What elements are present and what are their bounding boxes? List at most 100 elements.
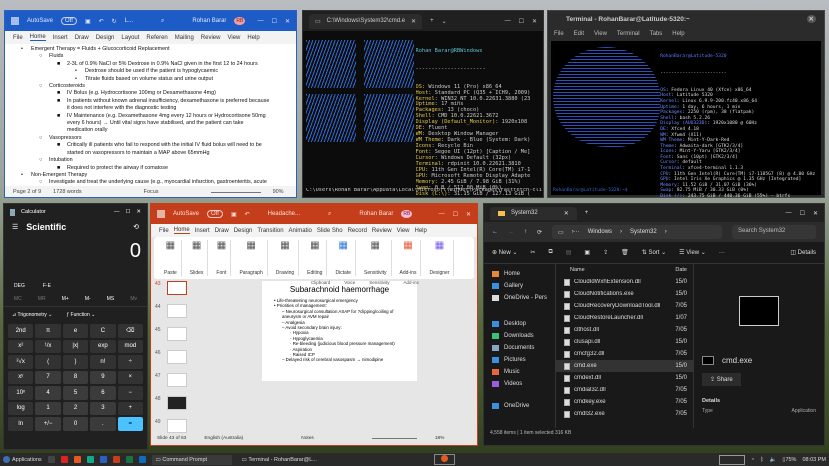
word-count[interactable]: 1728 words: [53, 189, 81, 195]
calc-key[interactable]: =: [117, 417, 143, 431]
calc-key[interactable]: ⌫: [117, 324, 143, 338]
file-row[interactable]: clthost.dll 7/05: [556, 324, 693, 336]
slide-thumbnail[interactable]: 47: [155, 373, 195, 396]
calc-key[interactable]: e: [62, 324, 89, 338]
ribbon-designer[interactable]: ▦ Designer: [425, 240, 455, 276]
calc-key[interactable]: log: [8, 401, 34, 415]
workspace-switcher[interactable]: [718, 454, 745, 465]
slide-thumbnail[interactable]: 46: [155, 350, 195, 373]
excel-launcher-icon[interactable]: [125, 456, 133, 463]
calc-key[interactable]: C: [90, 324, 116, 338]
explorer-tab[interactable]: System32 ✕: [490, 206, 577, 220]
nav-item-videos[interactable]: Videos: [484, 378, 555, 390]
tab-help[interactable]: Help: [415, 228, 427, 234]
slide-canvas[interactable]: Subarachnoid haemorrhage • Life-threaten…: [262, 281, 417, 381]
word-launcher-icon[interactable]: [99, 456, 107, 463]
calc-key[interactable]: +: [117, 401, 143, 415]
autosave-toggle[interactable]: Off: [207, 210, 223, 218]
clock[interactable]: 08:03 PM: [802, 457, 826, 463]
zoom-level[interactable]: 18%: [435, 436, 445, 441]
calc-key[interactable]: 1: [35, 401, 61, 415]
taskbar-item-terminal[interactable]: ▭ Terminal - RohanBarar@L...: [238, 455, 358, 465]
calc-key[interactable]: 9: [90, 370, 116, 384]
calc-key[interactable]: xʸ: [8, 370, 34, 384]
memory-button[interactable]: MR: [38, 296, 46, 302]
details-button[interactable]: ◫ Details: [790, 249, 816, 256]
tab-animatio[interactable]: Animatio: [289, 228, 312, 234]
slide-thumbnail[interactable]: 43: [155, 281, 195, 304]
column-name[interactable]: Name: [570, 267, 585, 273]
maximize-icon[interactable]: ☐: [453, 211, 458, 218]
maximize-icon[interactable]: ☐: [519, 18, 524, 25]
calc-key[interactable]: π: [35, 324, 61, 338]
calc-key[interactable]: +/−: [35, 417, 61, 431]
sort-button[interactable]: ⇅ Sort ⌄: [642, 249, 666, 256]
refresh-icon[interactable]: ⟳: [537, 229, 542, 236]
minimize-icon[interactable]: —: [786, 210, 792, 216]
close-icon[interactable]: ✕: [806, 15, 816, 23]
command-prompt[interactable]: C:\Users\Rohan Barar\AppData\Local\Micro…: [306, 188, 542, 194]
slide-thumbnail[interactable]: 48: [155, 396, 195, 419]
office-launcher-icon[interactable]: [73, 456, 81, 463]
terminal-body[interactable]: RohanBarar@Latitude-5320 ---------------…: [551, 41, 821, 197]
file-row[interactable]: CloudRestoreLauncher.dll 1/07: [556, 312, 693, 324]
nav-item-home[interactable]: Home: [484, 268, 555, 280]
up-icon[interactable]: ↑: [524, 229, 527, 235]
tab-transition[interactable]: Transition: [257, 228, 283, 234]
close-icon[interactable]: ✕: [466, 211, 471, 218]
save-icon[interactable]: ▣: [85, 18, 91, 25]
delete-icon[interactable]: 🗑: [621, 249, 629, 256]
calc-key[interactable]: ¹/x: [35, 339, 61, 353]
page-count[interactable]: Page 2 of 9: [13, 189, 41, 195]
search-input[interactable]: Search System32: [732, 225, 816, 239]
copy-icon[interactable]: ⧉: [548, 249, 552, 256]
new-tab-icon[interactable]: +: [430, 18, 434, 24]
share-button[interactable]: ⇪ Share: [702, 373, 741, 386]
calc-key[interactable]: n!: [90, 355, 116, 369]
cmd-tab[interactable]: ▭ C:\Windows\System32\cmd.e ✕: [309, 13, 423, 29]
memory-button[interactable]: MC: [14, 296, 22, 302]
file-row[interactable]: clusapi.dll 15/0: [556, 336, 693, 348]
calc-key[interactable]: 0: [62, 417, 89, 431]
undo-icon[interactable]: ↶: [99, 18, 104, 25]
menu-edit[interactable]: Edit: [574, 31, 584, 37]
tab-review[interactable]: Review: [201, 35, 221, 41]
menu-help[interactable]: Help: [672, 31, 684, 37]
calc-key[interactable]: 4: [35, 386, 61, 400]
tab-view[interactable]: View: [227, 35, 240, 41]
more-icon[interactable]: ···: [719, 250, 725, 256]
file-row[interactable]: CloudRecoveryDownloadTool.dll 7/05: [556, 300, 693, 312]
file-row[interactable]: CloudNotifications.exe 15/0: [556, 288, 693, 300]
calc-key[interactable]: 10ˣ: [8, 386, 34, 400]
tab-insert[interactable]: Insert: [53, 35, 68, 41]
calc-key[interactable]: (: [35, 355, 61, 369]
memory-button[interactable]: Mv: [130, 296, 137, 302]
trigonometry-dropdown[interactable]: ⊿ Trigonometry ⌄: [12, 312, 52, 318]
ribbon-dictate[interactable]: ▦ Dictate: [331, 240, 356, 276]
network-icon[interactable]: ◔: [751, 457, 754, 463]
function-dropdown[interactable]: ƒ Function ⌄: [66, 312, 95, 318]
maximize-icon[interactable]: ☐: [272, 18, 277, 25]
ribbon-add-ins[interactable]: ▦ Add-ins: [396, 240, 422, 276]
nav-item-onedrive[interactable]: OneDrive - Pers: [484, 292, 555, 304]
calc-key[interactable]: exp: [90, 339, 116, 353]
ribbon-paragraph[interactable]: ▦ Paragraph: [235, 240, 268, 276]
tab-draw[interactable]: Draw: [75, 35, 89, 41]
fe-button[interactable]: F-E: [43, 283, 51, 289]
nav-item-music[interactable]: Music: [484, 366, 555, 378]
save-icon[interactable]: ▣: [231, 211, 237, 218]
calc-key[interactable]: .: [90, 417, 116, 431]
acrobat-launcher-icon[interactable]: [60, 456, 68, 463]
language[interactable]: English (Australia): [204, 436, 243, 441]
memory-button[interactable]: MS: [107, 296, 115, 302]
tab-draw[interactable]: Draw: [215, 228, 229, 234]
minimize-icon[interactable]: —: [114, 209, 120, 215]
chat-launcher-icon[interactable]: [86, 456, 94, 463]
ribbon-font[interactable]: ▦ Font: [212, 240, 232, 276]
nav-item-downloads[interactable]: Downloads: [484, 330, 555, 342]
file-row[interactable]: cmd.exe 15/0: [556, 360, 693, 372]
close-icon[interactable]: ✕: [813, 210, 818, 217]
redo-icon[interactable]: ↻: [112, 18, 117, 25]
close-icon[interactable]: ✕: [136, 209, 141, 215]
ribbon-paste[interactable]: ▦ Paste: [160, 240, 182, 276]
